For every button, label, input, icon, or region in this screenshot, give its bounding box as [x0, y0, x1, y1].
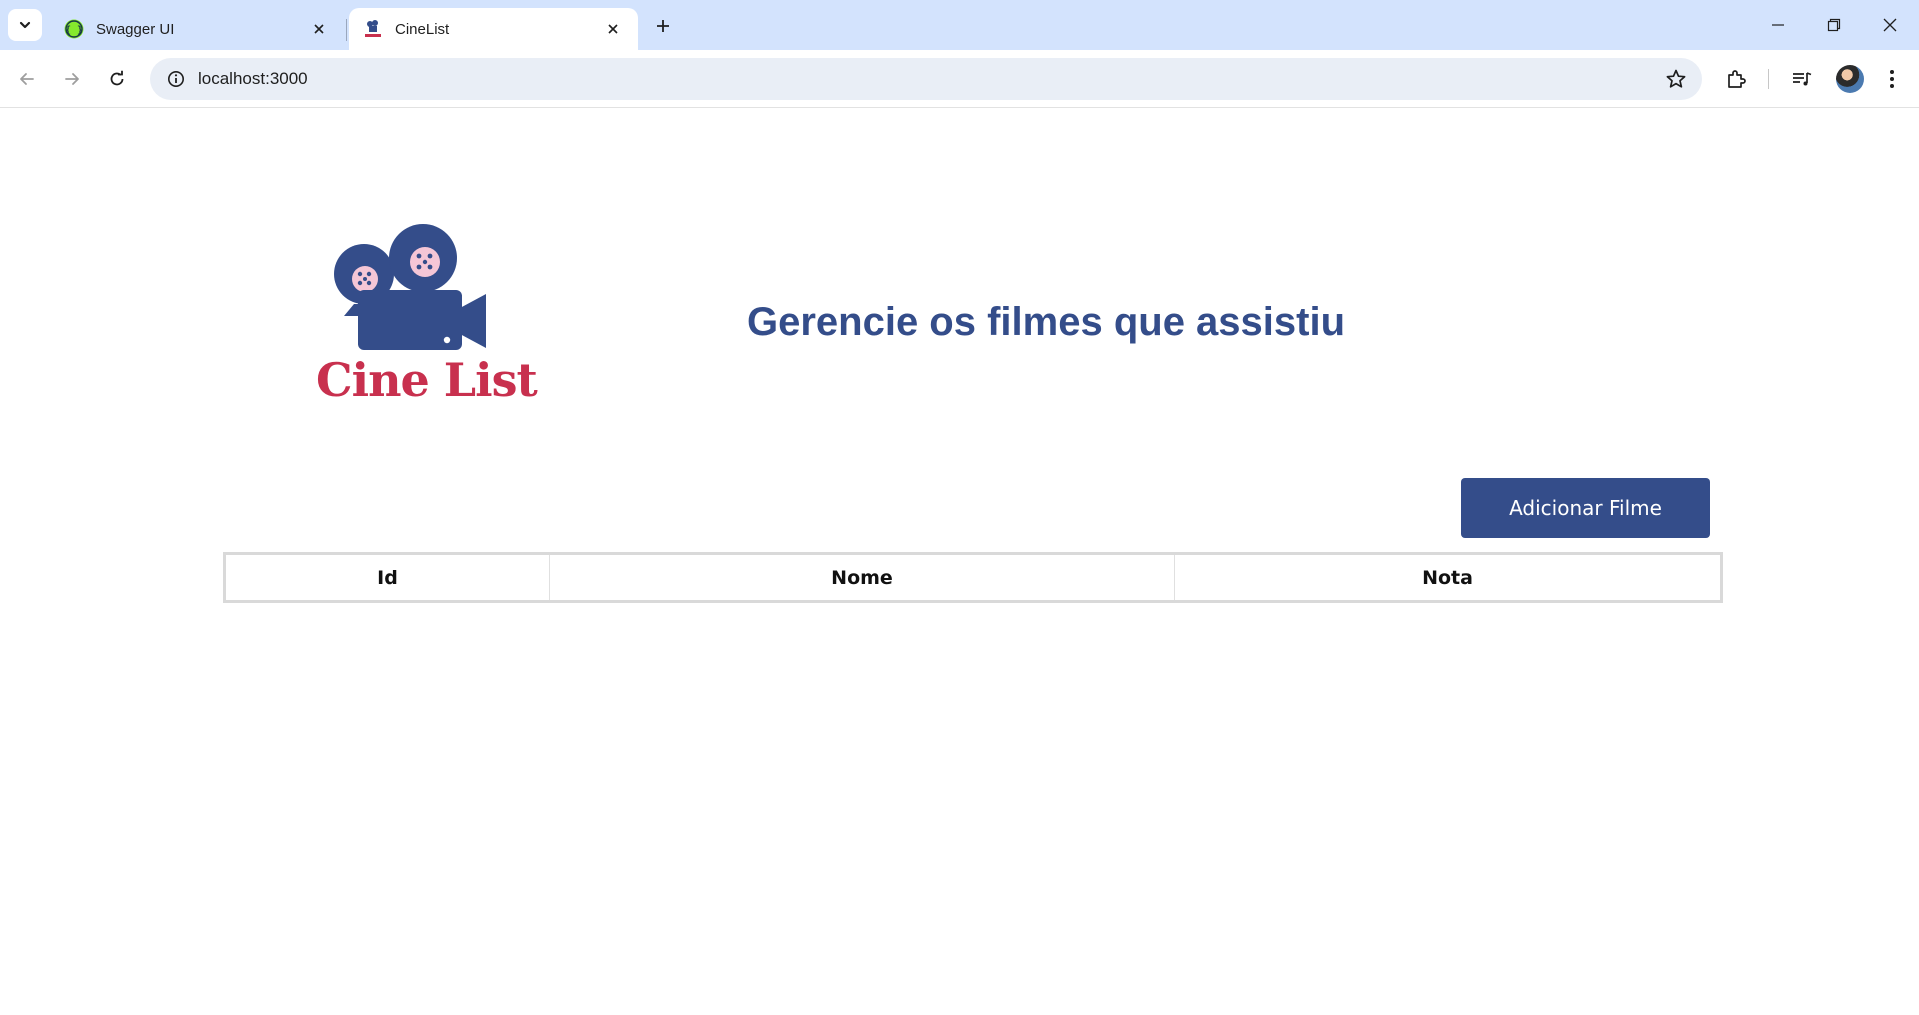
address-bar[interactable]: localhost:3000 [150, 58, 1702, 100]
arrow-left-icon [20, 73, 34, 85]
restore-icon [1827, 18, 1841, 32]
close-icon [608, 24, 618, 34]
back-button[interactable] [10, 62, 44, 96]
arrow-right-icon [65, 73, 79, 85]
new-tab-button[interactable] [648, 11, 678, 41]
reload-icon [110, 70, 124, 86]
svg-text:{ }: { } [65, 25, 83, 36]
minimize-button[interactable] [1750, 0, 1806, 50]
close-icon [314, 24, 324, 34]
tab-search-button[interactable] [8, 9, 42, 41]
minimize-icon [1772, 24, 1784, 26]
restore-button[interactable] [1806, 0, 1862, 50]
more-options-icon[interactable] [1875, 62, 1909, 96]
media-control-icon[interactable] [1785, 62, 1819, 96]
column-header-nome[interactable]: Nome [549, 553, 1175, 602]
browser-tab-strip: { } Swagger UI CineList [0, 0, 1919, 50]
page-content: Cine List Gerencie os filmes que assisti… [0, 109, 1919, 1015]
tab-swagger-ui[interactable]: { } Swagger UI [50, 8, 344, 50]
column-header-id[interactable]: Id [224, 553, 550, 602]
tab-close-button[interactable] [308, 18, 330, 40]
chevron-down-icon [19, 21, 31, 29]
cinelist-favicon [365, 20, 381, 37]
forward-button[interactable] [55, 62, 89, 96]
bookmark-star-icon[interactable] [1664, 67, 1688, 91]
page-title: Gerencie os filmes que assistiu [746, 300, 1346, 344]
swagger-icon: { } [64, 19, 84, 39]
site-info-icon[interactable] [156, 58, 196, 100]
tab-title: CineList [395, 20, 450, 38]
movies-table: Id Nome Nota [223, 552, 1723, 603]
browser-toolbar: localhost:3000 [0, 50, 1919, 108]
add-movie-button[interactable]: Adicionar Filme [1461, 478, 1710, 538]
tab-divider [346, 19, 347, 41]
tab-close-button[interactable] [602, 18, 624, 40]
address-url[interactable]: localhost:3000 [198, 69, 308, 89]
column-header-nota[interactable]: Nota [1174, 553, 1722, 602]
toolbar-separator [1768, 69, 1769, 89]
extensions-icon[interactable] [1719, 62, 1753, 96]
profile-avatar[interactable] [1836, 65, 1864, 93]
table-header-row: Id Nome Nota [224, 553, 1722, 602]
reload-button[interactable] [100, 62, 134, 96]
tab-title: Swagger UI [96, 20, 175, 38]
tab-cinelist[interactable]: CineList [349, 8, 638, 50]
close-window-button[interactable] [1862, 0, 1918, 50]
logo-text: Cine List [316, 353, 538, 407]
plus-icon [657, 20, 669, 32]
close-icon [1883, 18, 1897, 32]
